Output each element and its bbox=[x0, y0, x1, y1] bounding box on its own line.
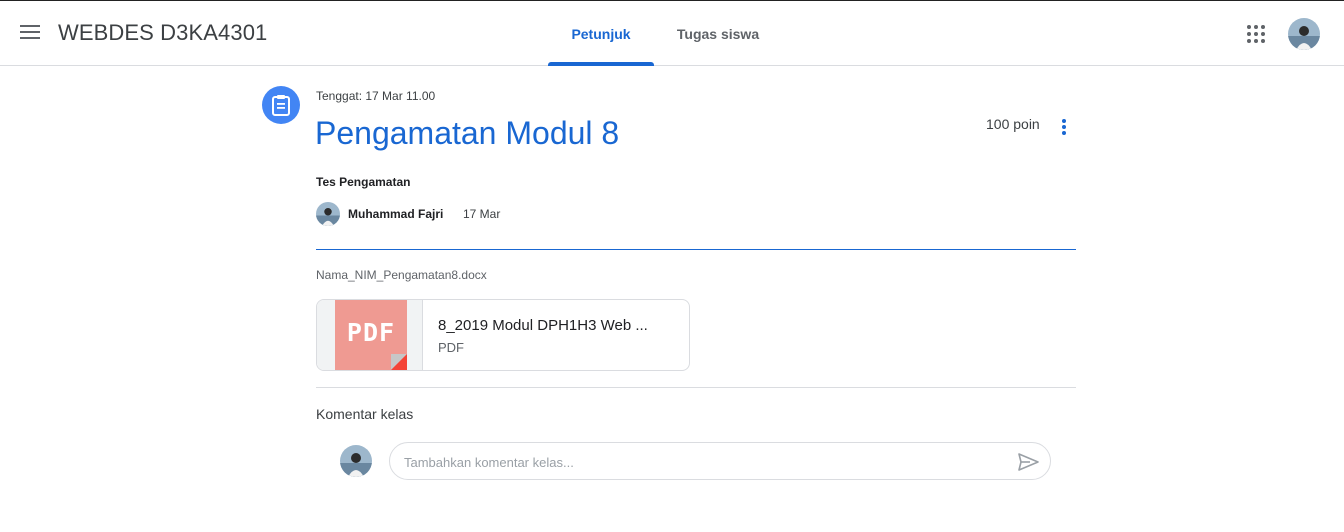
attachment-type: PDF bbox=[438, 340, 464, 355]
account-avatar[interactable] bbox=[1288, 18, 1320, 50]
tab-label: Petunjuk bbox=[571, 25, 631, 42]
class-title[interactable]: WEBDES D3KA4301 bbox=[58, 20, 267, 46]
class-comment-input[interactable] bbox=[404, 452, 994, 472]
tab-petunjuk[interactable]: Petunjuk bbox=[548, 1, 654, 66]
author-avatar bbox=[316, 202, 340, 226]
tab-tugas-siswa[interactable]: Tugas siswa bbox=[664, 1, 772, 66]
posted-date: 17 Mar bbox=[463, 207, 501, 221]
page-fold-corner bbox=[391, 354, 407, 370]
menu-icon bbox=[20, 25, 40, 39]
divider bbox=[316, 387, 1076, 388]
more-vert-icon bbox=[1062, 119, 1066, 135]
top-app-bar: WEBDES D3KA4301 Petunjuk Tugas siswa bbox=[0, 0, 1344, 66]
apps-grid-icon bbox=[1247, 25, 1265, 43]
divider bbox=[316, 249, 1076, 250]
attachment-card[interactable]: PDF 8_2019 Modul DPH1H3 Web ... PDF bbox=[316, 299, 690, 371]
main-menu-button[interactable] bbox=[12, 14, 48, 50]
pdf-thumb-label: PDF bbox=[346, 318, 396, 347]
commenter-avatar bbox=[340, 445, 372, 477]
google-apps-button[interactable] bbox=[1238, 16, 1274, 52]
attachment-name: 8_2019 Modul DPH1H3 Web ... bbox=[438, 317, 648, 334]
author-name: Muhammad Fajri bbox=[348, 207, 444, 221]
instruction-filename: Nama_NIM_Pengamatan8.docx bbox=[316, 268, 487, 282]
assignment-description: Tes Pengamatan bbox=[316, 175, 411, 189]
comment-box bbox=[389, 442, 1051, 480]
assignment-title: Pengamatan Modul 8 bbox=[315, 115, 620, 151]
assignment-icon bbox=[262, 86, 300, 124]
send-icon bbox=[1017, 453, 1039, 471]
clipboard-icon bbox=[272, 95, 290, 116]
points-value: 100 poin bbox=[986, 116, 1040, 132]
class-comments-heading: Komentar kelas bbox=[316, 406, 414, 422]
send-comment-button[interactable] bbox=[1016, 450, 1040, 474]
avatar-photo bbox=[340, 445, 372, 477]
avatar-photo bbox=[1288, 18, 1320, 50]
avatar-photo bbox=[316, 202, 340, 226]
pdf-file-icon: PDF bbox=[335, 300, 407, 370]
tab-label: Tugas siswa bbox=[676, 25, 760, 42]
due-date: Tenggat: 17 Mar 11.00 bbox=[316, 89, 436, 103]
attachment-thumbnail: PDF bbox=[317, 300, 423, 370]
more-options-button[interactable] bbox=[1052, 115, 1076, 139]
